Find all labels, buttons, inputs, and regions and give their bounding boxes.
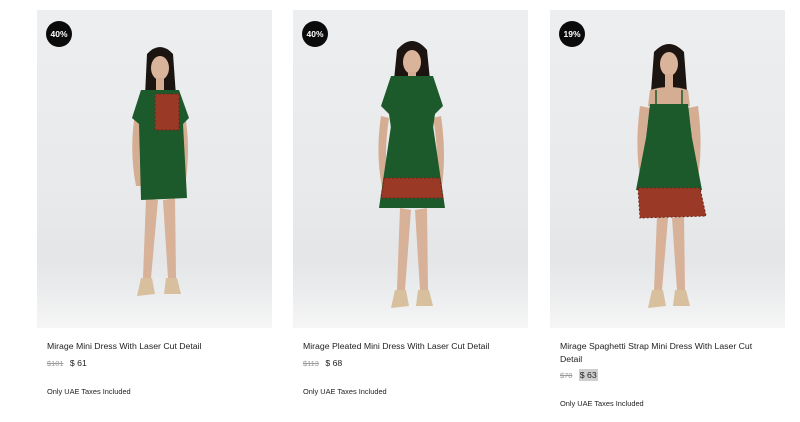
discount-badge: 40% <box>46 21 72 47</box>
product-title[interactable]: Mirage Mini Dress With Laser Cut Detail <box>47 340 262 353</box>
tax-note: Only UAE Taxes Included <box>47 386 131 396</box>
tax-note: Only UAE Taxes Included <box>303 386 387 396</box>
original-price: $113 <box>303 358 319 368</box>
model-photo <box>132 47 189 296</box>
original-price: $78 <box>560 371 573 380</box>
original-price: $101 <box>47 358 64 368</box>
product-card[interactable]: 40% Mirage Pleated Mini Dress With Laser… <box>293 10 528 396</box>
model-photo <box>378 41 445 308</box>
product-title[interactable]: Mirage Spaghetti Strap Mini Dress With L… <box>560 340 775 365</box>
sale-price: $ 61 <box>69 357 87 368</box>
product-image[interactable]: 40% <box>37 10 272 328</box>
product-title[interactable]: Mirage Pleated Mini Dress With Laser Cut… <box>303 340 518 353</box>
discount-badge: 40% <box>302 21 328 47</box>
tax-note: Only UAE Taxes Included <box>560 399 644 408</box>
price-row: $101 $ 61 <box>47 357 272 370</box>
discount-badge: 19% <box>559 21 585 47</box>
product-image[interactable]: 19% <box>550 10 785 328</box>
sale-price: $ 63 <box>578 369 598 381</box>
model-photo <box>636 44 707 308</box>
product-card[interactable]: 40% Mirage Mini Dress With Laser Cut Det… <box>37 10 272 396</box>
product-image[interactable]: 40% <box>293 10 528 328</box>
price-row: $113 $ 68 <box>303 357 528 370</box>
product-card[interactable]: 19% Mirage Spaghetti Strap Mini Dress Wi… <box>550 10 785 408</box>
price-row: $78 $ 63 <box>560 369 785 382</box>
sale-price: $ 68 <box>325 357 343 368</box>
